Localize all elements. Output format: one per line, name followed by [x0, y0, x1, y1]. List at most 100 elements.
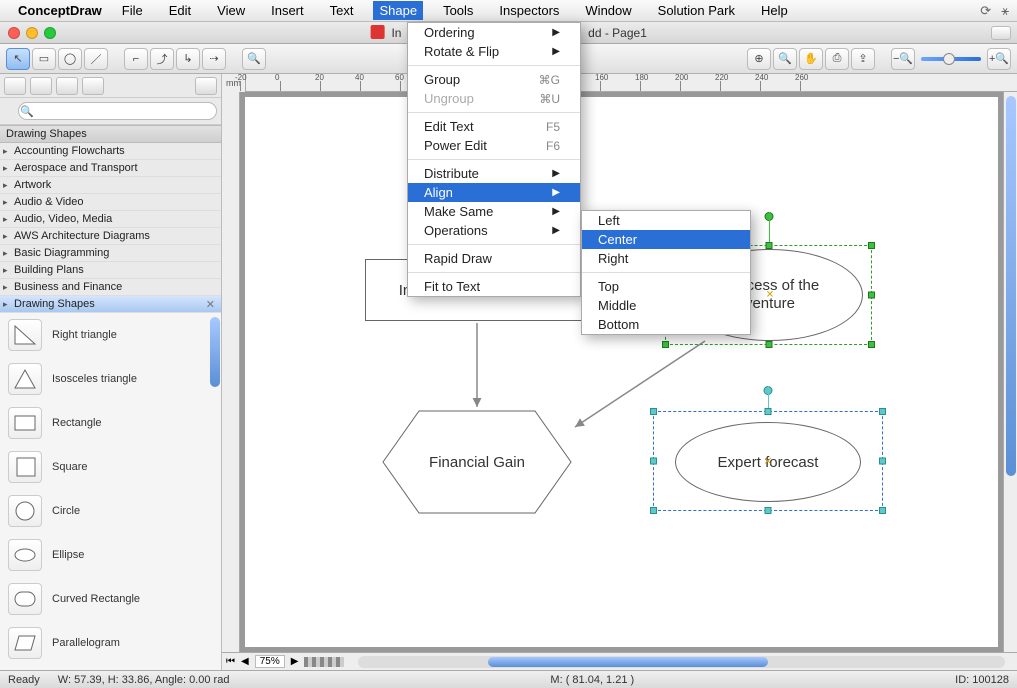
zoom-out-button[interactable]: −🔍	[891, 48, 915, 70]
search-icon: 🔍	[20, 105, 34, 118]
shape-rectangle[interactable]: Rectangle	[0, 401, 221, 445]
status-ready: Ready	[8, 674, 40, 686]
menu-solution-park[interactable]: Solution Park	[652, 1, 741, 20]
menu-operations[interactable]: Operations▶	[408, 221, 580, 240]
library-header: Drawing Shapes	[0, 125, 221, 143]
shape-menu-dropdown: Ordering▶ Rotate & Flip▶ Group⌘G Ungroup…	[407, 22, 581, 297]
line-tool[interactable]: ／	[84, 48, 108, 70]
lib-nav-fwd[interactable]	[30, 77, 52, 95]
shape-expert-forecast[interactable]: Expert forecast ✕	[675, 422, 861, 502]
lib-business-finance[interactable]: Business and Finance	[0, 279, 221, 296]
zoom-fit-button[interactable]: ⊕	[747, 48, 771, 70]
shape-curved-rectangle[interactable]: Curved Rectangle	[0, 577, 221, 621]
shape-isosceles-triangle[interactable]: Isosceles triangle	[0, 357, 221, 401]
close-icon[interactable]: ✕	[206, 298, 215, 311]
lib-building-plans[interactable]: Building Plans	[0, 262, 221, 279]
ellipse-tool[interactable]: ◯	[58, 48, 82, 70]
drawing-page[interactable]: Inves ecision Success of theventure	[244, 96, 999, 648]
zoom-slider[interactable]	[921, 57, 981, 61]
lib-aws-architecture[interactable]: AWS Architecture Diagrams	[0, 228, 221, 245]
center-marker-icon: ✕	[766, 290, 774, 301]
menu-fit-to-text[interactable]: Fit to Text	[408, 277, 580, 296]
shape-parallelogram[interactable]: Parallelogram	[0, 621, 221, 665]
lib-view-list[interactable]	[56, 77, 78, 95]
vertical-scrollbar[interactable]	[1003, 92, 1017, 652]
menu-power-edit[interactable]: Power EditF6	[408, 136, 580, 155]
window-minimize-button[interactable]	[26, 27, 38, 39]
menu-group[interactable]: Group⌘G	[408, 70, 580, 89]
menu-file[interactable]: File	[116, 1, 149, 20]
menu-distribute[interactable]: Distribute▶	[408, 164, 580, 183]
connector-tool-2[interactable]: ⤴	[150, 48, 174, 70]
export-button[interactable]: ⇪	[851, 48, 875, 70]
menu-make-same[interactable]: Make Same▶	[408, 202, 580, 221]
app-name[interactable]: ConceptDraw	[18, 3, 102, 18]
canvas-area: mm -20 0 20 40 60 80 100 120 140 160 180…	[222, 74, 1017, 670]
zoom-in-button[interactable]: +🔍	[987, 48, 1011, 70]
lib-audio-video[interactable]: Audio & Video	[0, 194, 221, 211]
align-center[interactable]: Center	[582, 230, 750, 249]
window-zoom-button[interactable]	[44, 27, 56, 39]
zoom-readout[interactable]: 75%	[255, 655, 285, 668]
page-tabs[interactable]	[304, 657, 344, 667]
connector-tool-3[interactable]: ↳	[176, 48, 200, 70]
connector-tool-1[interactable]: ⌐	[124, 48, 148, 70]
menu-window[interactable]: Window	[579, 1, 637, 20]
page-nav-first[interactable]: ⏮	[226, 656, 235, 667]
connector-tool-4[interactable]: ⇢	[202, 48, 226, 70]
lib-audio-video-media[interactable]: Audio, Video, Media	[0, 211, 221, 228]
menu-shape[interactable]: Shape	[373, 1, 423, 20]
status-bar: Ready W: 57.39, H: 33.86, Angle: 0.00 ra…	[0, 670, 1017, 688]
menu-insert[interactable]: Insert	[265, 1, 310, 20]
lib-basic-diagramming[interactable]: Basic Diagramming	[0, 245, 221, 262]
page-nav-next[interactable]: ▶	[291, 656, 299, 667]
toolbar-toggle-button[interactable]	[991, 26, 1011, 40]
lib-nav-back[interactable]	[4, 77, 26, 95]
menu-inspectors[interactable]: Inspectors	[493, 1, 565, 20]
shape-circle[interactable]: Circle	[0, 489, 221, 533]
rect-tool[interactable]: ▭	[32, 48, 56, 70]
sync-icon[interactable]: ⟳	[980, 3, 991, 19]
menu-help[interactable]: Help	[755, 1, 794, 20]
menu-ordering[interactable]: Ordering▶	[408, 23, 580, 42]
align-bottom[interactable]: Bottom	[582, 315, 750, 334]
pan-tool[interactable]: ✋	[799, 48, 823, 70]
lib-aerospace-transport[interactable]: Aerospace and Transport	[0, 160, 221, 177]
horizontal-scrollbar[interactable]	[358, 656, 1005, 668]
lib-view-grid[interactable]	[82, 77, 104, 95]
window-close-button[interactable]	[8, 27, 20, 39]
lib-accounting-flowcharts[interactable]: Accounting Flowcharts	[0, 143, 221, 160]
lib-artwork[interactable]: Artwork	[0, 177, 221, 194]
align-left[interactable]: Left	[582, 211, 750, 230]
library-search-input[interactable]	[18, 102, 217, 120]
sidebar-scrollbar[interactable]	[209, 313, 221, 670]
document-icon	[370, 25, 384, 39]
page-nav-prev[interactable]: ◀	[241, 656, 249, 667]
menu-text[interactable]: Text	[324, 1, 360, 20]
align-middle[interactable]: Middle	[582, 296, 750, 315]
menu-rotate-flip[interactable]: Rotate & Flip▶	[408, 42, 580, 61]
zoom-tool[interactable]: 🔍	[773, 48, 797, 70]
shape-square[interactable]: Square	[0, 445, 221, 489]
menu-edit[interactable]: Edit	[163, 1, 197, 20]
shape-isosceles-trapezium[interactable]: Isosceles Trapezium	[0, 665, 221, 670]
bluetooth-icon[interactable]: ⚹	[1001, 3, 1009, 19]
print-button[interactable]: ⎙	[825, 48, 849, 70]
menu-edit-text[interactable]: Edit TextF5	[408, 117, 580, 136]
center-marker-icon: ✕	[764, 457, 772, 468]
shape-right-triangle[interactable]: Right triangle	[0, 313, 221, 357]
align-top[interactable]: Top	[582, 277, 750, 296]
status-dimensions: W: 57.39, H: 33.86, Angle: 0.00 rad	[58, 674, 230, 686]
menu-align[interactable]: Align▶	[408, 183, 580, 202]
shape-financial-gain[interactable]: Financial Gain	[381, 409, 573, 515]
menu-view[interactable]: View	[211, 1, 251, 20]
shape-ellipse[interactable]: Ellipse	[0, 533, 221, 577]
library-sidebar: 🔍 Drawing Shapes Accounting Flowcharts A…	[0, 74, 222, 670]
selection-tool[interactable]: ↖	[6, 48, 30, 70]
lib-collapse[interactable]	[195, 77, 217, 95]
menu-rapid-draw[interactable]: Rapid Draw	[408, 249, 580, 268]
search-icon[interactable]: 🔍	[242, 48, 266, 70]
align-right[interactable]: Right	[582, 249, 750, 268]
menu-tools[interactable]: Tools	[437, 1, 479, 20]
lib-drawing-shapes[interactable]: Drawing Shapes✕	[0, 296, 221, 313]
